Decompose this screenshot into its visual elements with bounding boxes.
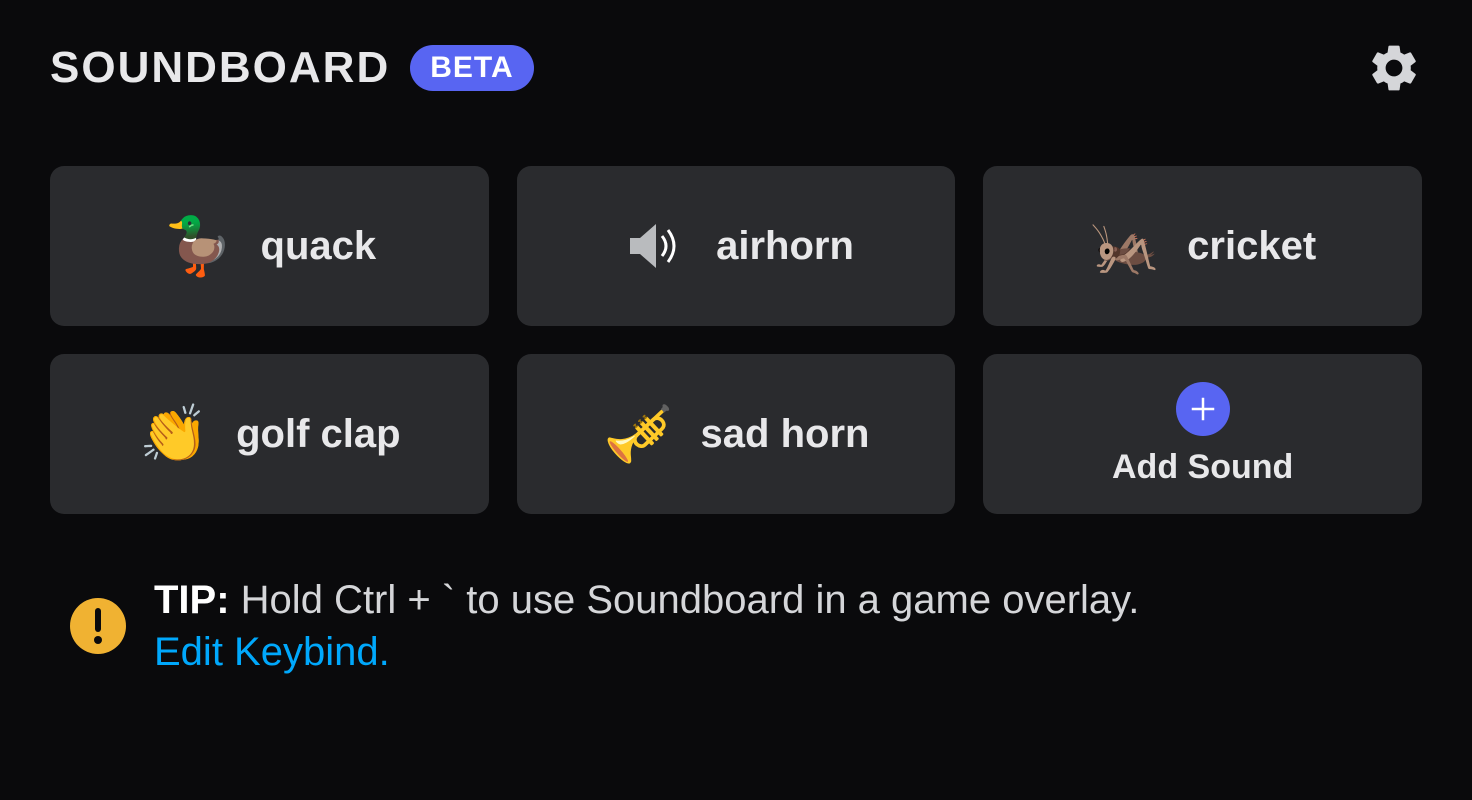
sound-tile-airhorn[interactable]: airhorn (517, 166, 956, 326)
sound-tile-golf-clap[interactable]: 👏 golf clap (50, 354, 489, 514)
sound-label: cricket (1187, 224, 1316, 269)
edit-keybind-link[interactable]: Edit Keybind. (154, 630, 390, 674)
title-group: SOUNDBOARD BETA (50, 43, 534, 93)
plus-icon (1176, 382, 1230, 436)
duck-icon: 🦆 (163, 210, 235, 282)
tip-body: Hold Ctrl + ` to use Soundboard in a gam… (241, 578, 1140, 622)
header: SOUNDBOARD BETA (50, 40, 1422, 96)
sound-grid: 🦆 quack airhorn 🦗 cricket 👏 golf clap 🎺 … (50, 166, 1422, 514)
tip-row: TIP: Hold Ctrl + ` to use Soundboard in … (50, 574, 1422, 678)
clap-icon: 👏 (138, 398, 210, 470)
sound-label: sad horn (701, 412, 870, 457)
add-sound-button[interactable]: Add Sound (983, 354, 1422, 514)
sound-tile-cricket[interactable]: 🦗 cricket (983, 166, 1422, 326)
sound-label: airhorn (716, 224, 854, 269)
sound-tile-sad-horn[interactable]: 🎺 sad horn (517, 354, 956, 514)
speaker-icon (618, 210, 690, 282)
settings-button[interactable] (1366, 40, 1422, 96)
gear-icon (1366, 40, 1422, 96)
page-title: SOUNDBOARD (50, 43, 390, 93)
sound-tile-quack[interactable]: 🦆 quack (50, 166, 489, 326)
tip-text: TIP: Hold Ctrl + ` to use Soundboard in … (154, 574, 1139, 678)
trumpet-icon: 🎺 (603, 398, 675, 470)
add-sound-label: Add Sound (1112, 448, 1293, 487)
warning-icon (70, 598, 126, 654)
tip-prefix: TIP: (154, 578, 230, 622)
sound-label: quack (261, 224, 377, 269)
sound-label: golf clap (236, 412, 400, 457)
cricket-icon: 🦗 (1089, 210, 1161, 282)
beta-badge: BETA (410, 45, 533, 91)
